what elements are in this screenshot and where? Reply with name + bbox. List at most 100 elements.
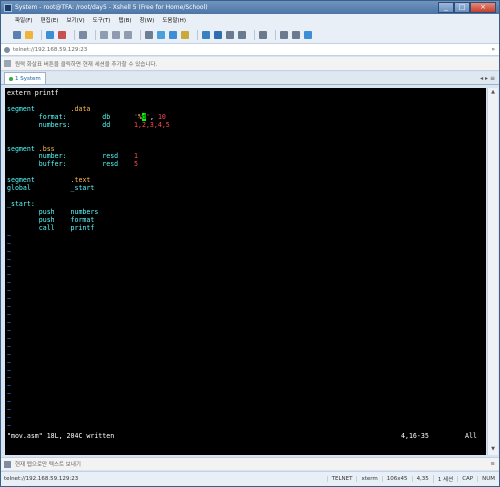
copy-icon[interactable]	[100, 30, 108, 39]
vim-cursor-position: 4,16-35	[401, 431, 429, 440]
terminal-screen[interactable]: extern printf segment .data format: db '%…	[5, 88, 486, 455]
minimize-button[interactable]: _	[438, 2, 454, 13]
terminal-text: number: resd	[7, 152, 135, 161]
vim-scroll-percent: All	[465, 431, 477, 440]
status-sessions: 1 세션	[432, 475, 457, 483]
terminal-text: 1,2,3,4,5	[134, 120, 170, 129]
status-terminal: xterm	[356, 476, 381, 482]
script-icon[interactable]	[226, 30, 234, 39]
menu-bar: 파일(F) 편집(E) 보기(V) 도구(T) 탭(B) 창(W) 도움말(H)	[1, 14, 499, 26]
open-folder-icon[interactable]	[25, 30, 33, 39]
new-tab-icon[interactable]	[280, 30, 288, 39]
terminal-text: 1	[134, 152, 139, 161]
status-num: NUM	[477, 476, 499, 482]
reconnect-icon[interactable]	[46, 30, 54, 39]
toolbar-separator	[197, 29, 198, 40]
connected-status-icon	[9, 76, 13, 81]
lock-icon[interactable]	[238, 30, 246, 39]
session-bar-icon	[4, 60, 11, 67]
toolbar-separator	[95, 29, 96, 40]
xftp-icon[interactable]	[202, 30, 210, 39]
transfer-icon[interactable]	[157, 30, 165, 39]
menu-file[interactable]: 파일(F)	[15, 16, 33, 24]
font-icon[interactable]	[181, 30, 189, 39]
terminal-text: .text	[70, 176, 91, 185]
terminal-text: ,	[149, 112, 158, 121]
find-icon[interactable]	[124, 30, 132, 39]
menu-help[interactable]: 도움말(H)	[162, 16, 186, 24]
terminal-text: segment	[7, 176, 71, 185]
vim-status-message: "mov.asm" 18L, 204C written	[7, 431, 115, 440]
tab-label: 1 System	[15, 75, 41, 82]
new-session-icon[interactable]	[13, 30, 21, 39]
terminal-text: segment	[7, 104, 71, 113]
terminal-line: extern printf	[7, 89, 59, 98]
terminal-line: global _start	[7, 184, 94, 193]
help-icon[interactable]	[304, 30, 312, 39]
session-info-bar: 원력 화살표 버튼을 클릭하면 현재 세션을 추가할 수 있습니다.	[1, 57, 499, 71]
close-button[interactable]: ×	[470, 2, 496, 13]
toolbar	[1, 26, 499, 44]
terminal-text: 10	[157, 112, 166, 121]
terminal-text: numbers: dd	[7, 120, 135, 129]
title-bar[interactable]: System - root@TFA: /root/day5 - Xshell 5…	[1, 1, 499, 14]
tab-bar: 1 System ◂ ▸ ≡	[1, 72, 499, 85]
terminal-text: .data	[70, 104, 91, 113]
scroll-up-icon[interactable]: ▲	[489, 89, 497, 97]
status-bar: telnet://192.168.59.129:23 TELNET xterm …	[1, 471, 499, 486]
tab-nav-icons[interactable]: ◂ ▸ ≡	[480, 75, 495, 82]
toolbar-separator	[275, 29, 276, 40]
terminal-text: extern printf	[7, 89, 59, 97]
menu-tools[interactable]: 도구(T)	[93, 16, 111, 24]
vim-tilde-line: ~	[7, 422, 11, 431]
terminal-text: push numbers	[7, 207, 99, 216]
terminal-text: segment	[7, 144, 39, 153]
terminal-line: buffer: resd 5	[7, 161, 138, 169]
session-info-text: 원력 화살표 버튼을 클릭하면 현재 세션을 추가할 수 있습니다.	[15, 61, 158, 68]
window-title: System - root@TFA: /root/day5 - Xshell 5…	[15, 4, 208, 11]
address-icon	[4, 46, 10, 53]
status-caps: CAP	[457, 476, 477, 482]
terminal-text: .bss	[38, 144, 55, 153]
compose-menu-icon[interactable]: ≡	[490, 461, 495, 467]
status-cursor: 4,35	[411, 476, 433, 482]
terminal-text: format: db	[7, 112, 135, 121]
address-value[interactable]: telnet://192.168.59.129:23	[13, 47, 87, 53]
tunnel-icon[interactable]	[214, 30, 222, 39]
terminal-line: call printf	[7, 223, 95, 233]
terminal-line: numbers: dd 1,2,3,4,5	[7, 120, 170, 130]
toolbar-separator	[74, 29, 75, 40]
layout-icon[interactable]	[259, 30, 267, 39]
compose-icon	[4, 460, 11, 468]
status-size: 106x45	[381, 476, 412, 482]
address-go-icon[interactable]: »	[491, 46, 495, 53]
compose-bar[interactable]: 현재 탭으로만 텍스트 보내기 ≡	[1, 457, 499, 470]
options-icon[interactable]	[292, 30, 300, 39]
terminal-text: _start:	[7, 200, 35, 209]
menu-view[interactable]: 보기(V)	[66, 16, 84, 24]
status-host: telnet://192.168.59.129:23	[4, 476, 79, 482]
compose-text: 현재 탭으로만 텍스트 보내기	[15, 462, 81, 468]
terminal-text: 5	[134, 160, 139, 169]
terminal-scrollbar[interactable]: ▲ ▼	[487, 88, 498, 455]
terminal-text: buffer: resd	[7, 160, 135, 169]
globe-icon[interactable]	[169, 30, 177, 39]
toolbar-separator	[140, 29, 141, 40]
maximize-button[interactable]: □	[454, 2, 470, 13]
terminal-text: push format	[7, 215, 95, 224]
terminal-text: call printf	[7, 223, 95, 232]
app-window: System - root@TFA: /root/day5 - Xshell 5…	[0, 0, 500, 487]
toolbar-separator	[41, 29, 42, 40]
scroll-down-icon[interactable]: ▼	[489, 446, 497, 454]
menu-tab[interactable]: 탭(B)	[118, 16, 131, 24]
properties-icon[interactable]	[79, 30, 87, 39]
xshell-app-icon	[4, 3, 12, 12]
menu-window[interactable]: 창(W)	[140, 16, 155, 24]
tab-system[interactable]: 1 System	[4, 72, 46, 84]
menu-edit[interactable]: 편집(E)	[41, 16, 59, 24]
status-protocol: TELNET	[326, 476, 357, 482]
address-bar[interactable]: telnet://192.168.59.129:23 »	[1, 44, 499, 56]
print-icon[interactable]	[145, 30, 153, 39]
paste-icon[interactable]	[112, 30, 120, 39]
disconnect-icon[interactable]	[58, 30, 66, 39]
